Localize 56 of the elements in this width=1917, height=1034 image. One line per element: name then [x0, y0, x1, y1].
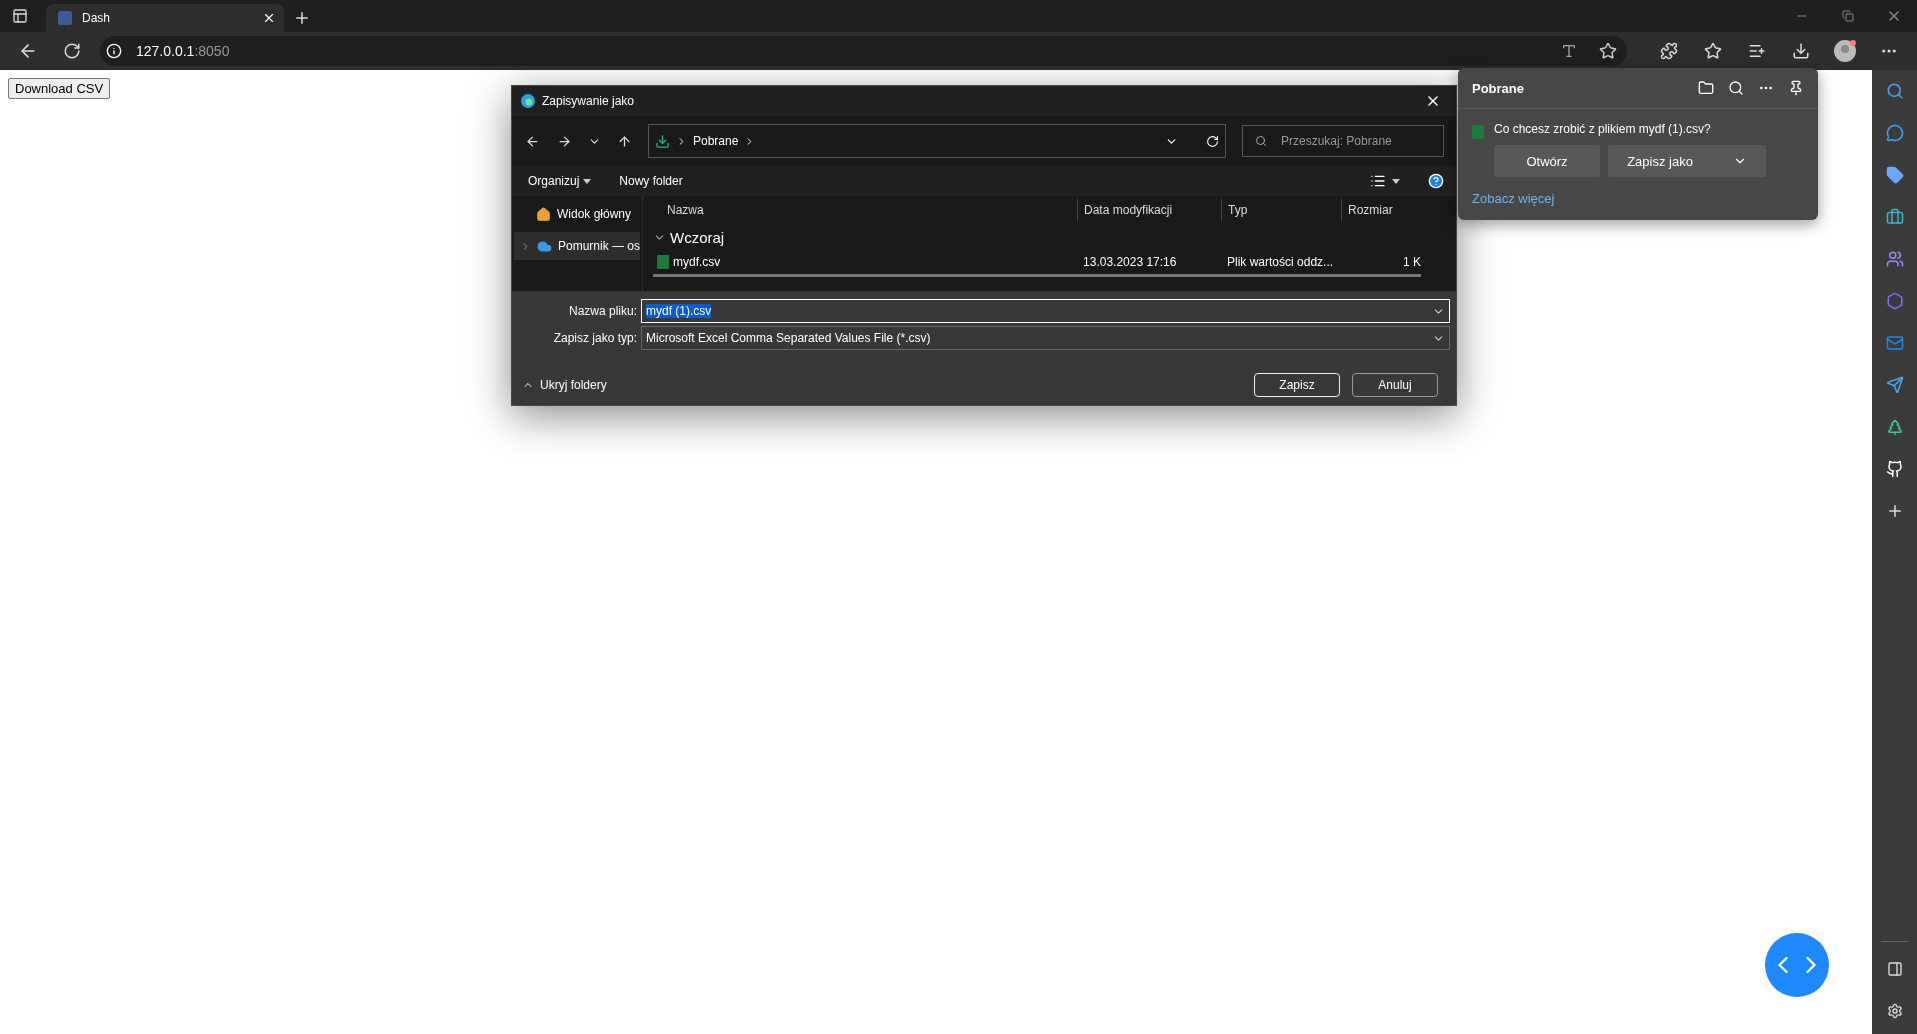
- file-type: Plik wartości oddz...: [1226, 255, 1335, 269]
- field-label: Zapisz jako typ:: [552, 331, 637, 345]
- view-icon[interactable]: [1370, 173, 1386, 189]
- browser-logo-icon: [520, 93, 536, 109]
- download-icon: [655, 133, 670, 149]
- search-icon[interactable]: [1728, 80, 1744, 96]
- toolbar-button[interactable]: Organizuj: [528, 174, 592, 188]
- cloud-icon: [537, 238, 552, 254]
- nav-label: Widok główny: [557, 207, 632, 221]
- file-date: 13.03.2023 17:16: [1082, 255, 1178, 269]
- open-button[interactable]: Otwórz: [1494, 145, 1600, 177]
- panel-title: Pobrane: [1472, 80, 1525, 96]
- info-icon[interactable]: [106, 43, 122, 59]
- file-size: 1 K: [1402, 255, 1422, 269]
- see-more-link[interactable]: Zobacz więcej: [1472, 191, 1555, 206]
- breadcrumb[interactable]: Pobrane: [693, 134, 739, 148]
- tab-title: Dash: [82, 11, 111, 25]
- add-favorite-icon[interactable]: [1599, 42, 1617, 60]
- toolbar-button[interactable]: Nowy folder: [619, 174, 683, 188]
- download-csv-button[interactable]: Download CSV: [8, 78, 111, 99]
- home-icon: [536, 206, 551, 222]
- nav-item[interactable]: Widok główny: [514, 200, 641, 228]
- path-field[interactable]: Pobrane: [648, 124, 1226, 158]
- column-header[interactable]: Typ: [1221, 199, 1342, 221]
- dropdown-icon[interactable]: [1392, 178, 1400, 184]
- browser-tab[interactable]: Dash: [46, 4, 284, 32]
- group-header[interactable]: Wczoraj: [653, 224, 1472, 250]
- dialog-button[interactable]: Zapisz: [1254, 373, 1340, 397]
- nav-label: Pomurnik — os: [558, 239, 641, 253]
- refresh-icon[interactable]: [1206, 134, 1219, 148]
- search-field[interactable]: Przeszukaj: Pobrane: [1242, 125, 1444, 157]
- dropdown-icon: [583, 178, 592, 184]
- dialog-title: Zapisywanie jako: [542, 94, 635, 108]
- file-type-dropdown[interactable]: Microsoft Excel Comma Separated Values File (*.csv): [641, 326, 1450, 350]
- file-row[interactable]: mydf.csv 13.03.2023 17:16 Plik wartości oddz... 1 K: [653, 250, 1422, 277]
- field-label: Nazwa pliku:: [567, 304, 637, 318]
- column-header[interactable]: Data modyfikacji: [1077, 199, 1222, 221]
- group-label: Wczoraj: [670, 228, 725, 246]
- column-header[interactable]: Rozmiar: [1341, 199, 1422, 221]
- help-icon[interactable]: [1428, 173, 1444, 189]
- url-host: 127.0.0.1: [136, 43, 195, 59]
- save-as-button[interactable]: Zapisz jako: [1608, 145, 1766, 177]
- file-name: mydf.csv: [653, 255, 1078, 269]
- file-name-field[interactable]: mydf (1).csv: [641, 299, 1450, 323]
- dialog-button[interactable]: Anuluj: [1352, 373, 1438, 397]
- hide-folders-button[interactable]: Ukryj foldery: [522, 378, 607, 392]
- address-field[interactable]: 127.0.0.1:8050: [100, 36, 1627, 66]
- search-icon: [1255, 135, 1267, 147]
- folder-icon[interactable]: [1698, 80, 1714, 96]
- pin-icon[interactable]: [1788, 80, 1804, 96]
- read-aloud-icon[interactable]: [1561, 43, 1577, 59]
- download-prompt: Co chcesz zrobić z plikiem mydf (1).csv?: [1494, 122, 1711, 136]
- nav-item[interactable]: Pomurnik — os: [514, 232, 641, 260]
- url-port: :8050: [194, 43, 230, 59]
- column-header[interactable]: Nazwa: [653, 199, 1078, 221]
- close-icon[interactable]: [262, 11, 276, 25]
